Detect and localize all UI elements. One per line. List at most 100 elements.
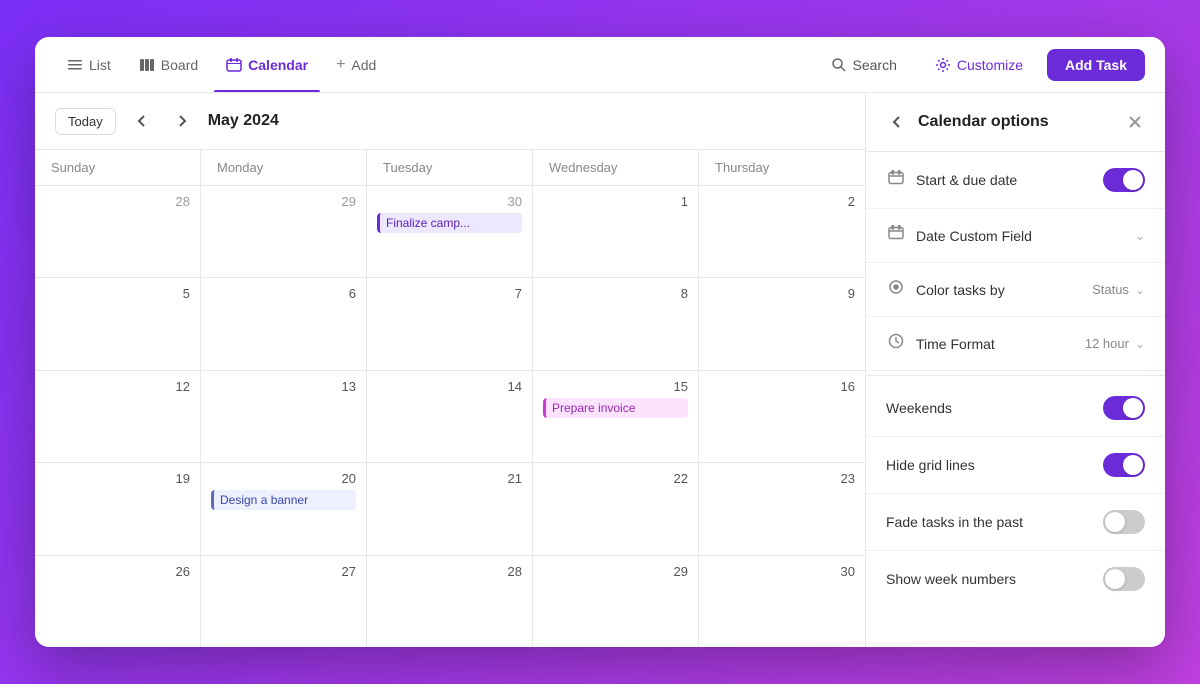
cell-7-may[interactable]: 7	[367, 278, 533, 369]
customize-button[interactable]: Customize	[921, 50, 1037, 80]
calendar-week-4: 19 20 Design a banner 21 22	[35, 463, 865, 555]
circle-icon	[886, 279, 906, 300]
weekends-toggle[interactable]	[1103, 396, 1145, 420]
cell-27-may[interactable]: 27	[201, 556, 367, 647]
cell-21-may[interactable]: 21	[367, 463, 533, 554]
next-month-button[interactable]	[168, 107, 196, 135]
color-tasks-chevron-icon: ⌄	[1135, 283, 1145, 297]
add-task-label: Add Task	[1065, 57, 1127, 73]
panel-header-left: Calendar options	[886, 111, 1049, 133]
toolbar: List Board Calendar +	[35, 37, 1165, 93]
calendar-week-3: 12 13 14 15 Prepare invoice	[35, 371, 865, 463]
calendar-rows: 28 29 30 Finalize camp... 1	[35, 186, 865, 647]
option-left-week-numbers: Show week numbers	[886, 571, 1016, 587]
weekends-label: Weekends	[886, 400, 952, 416]
calendar-custom-icon	[886, 225, 906, 246]
option-color-tasks-by[interactable]: Color tasks by Status ⌄	[866, 263, 1165, 317]
nav-item-add[interactable]: + Add	[324, 50, 388, 80]
list-icon	[67, 57, 83, 73]
option-left-time-format: Time Format	[886, 333, 995, 354]
cell-2-may[interactable]: 2	[699, 186, 865, 277]
fade-tasks-label: Fade tasks in the past	[886, 514, 1023, 530]
option-right-date-custom: ⌄	[1135, 229, 1145, 243]
panel-body: Start & due date	[866, 152, 1165, 647]
nav-item-list[interactable]: List	[55, 51, 123, 79]
cell-14-may[interactable]: 14	[367, 371, 533, 462]
cell-28-may[interactable]: 28	[367, 556, 533, 647]
add-task-button[interactable]: Add Task	[1047, 49, 1145, 81]
main-content: Today May 2024 Sunday Mond	[35, 93, 1165, 647]
option-date-custom-field[interactable]: Date Custom Field ⌄	[866, 209, 1165, 263]
start-due-date-toggle[interactable]	[1103, 168, 1145, 192]
day-headers: Sunday Monday Tuesday Wednesday Thursday	[35, 150, 865, 186]
cell-20-may[interactable]: 20 Design a banner	[201, 463, 367, 554]
nav-item-board[interactable]: Board	[127, 51, 210, 79]
day-header-sun: Sunday	[35, 150, 201, 185]
cell-13-may[interactable]: 13	[201, 371, 367, 462]
task-design-banner[interactable]: Design a banner	[211, 490, 356, 510]
option-right-fade-tasks	[1103, 510, 1145, 534]
cell-12-may[interactable]: 12	[35, 371, 201, 462]
day-header-tue: Tuesday	[367, 150, 533, 185]
cell-30-apr[interactable]: 30 Finalize camp...	[367, 186, 533, 277]
calendar-section: Today May 2024 Sunday Mond	[35, 93, 865, 647]
cell-6-may[interactable]: 6	[201, 278, 367, 369]
nav-list-label: List	[89, 57, 111, 73]
option-right-hide-grid	[1103, 453, 1145, 477]
time-format-value: 12 hour	[1085, 336, 1129, 351]
prev-month-button[interactable]	[128, 107, 156, 135]
search-icon	[831, 57, 847, 73]
option-time-format[interactable]: Time Format 12 hour ⌄	[866, 317, 1165, 371]
hide-grid-lines-toggle[interactable]	[1103, 453, 1145, 477]
cell-5-may[interactable]: 5	[35, 278, 201, 369]
option-start-due-date: Start & due date	[866, 152, 1165, 209]
show-week-numbers-toggle[interactable]	[1103, 567, 1145, 591]
calendar-week-5: 26 27 28 29 30	[35, 556, 865, 647]
task-prepare-invoice[interactable]: Prepare invoice	[543, 398, 688, 418]
cell-30-may[interactable]: 30	[699, 556, 865, 647]
panel-header: Calendar options	[866, 93, 1165, 152]
calendar-nav: Today May 2024	[35, 93, 865, 150]
nav-item-calendar[interactable]: Calendar	[214, 51, 320, 79]
customize-label: Customize	[957, 57, 1023, 73]
color-tasks-value: Status	[1092, 282, 1129, 297]
panel-title: Calendar options	[918, 113, 1049, 131]
cell-8-may[interactable]: 8	[533, 278, 699, 369]
search-label: Search	[853, 57, 897, 73]
date-custom-field-label: Date Custom Field	[916, 228, 1032, 244]
nav-calendar-label: Calendar	[248, 57, 308, 73]
show-week-numbers-label: Show week numbers	[886, 571, 1016, 587]
nav-board-label: Board	[161, 57, 198, 73]
option-right-weekends	[1103, 396, 1145, 420]
cell-19-may[interactable]: 19	[35, 463, 201, 554]
today-button[interactable]: Today	[55, 108, 116, 135]
back-button[interactable]	[886, 111, 908, 133]
time-format-label: Time Format	[916, 336, 995, 352]
cell-23-may[interactable]: 23	[699, 463, 865, 554]
close-panel-button[interactable]	[1125, 112, 1145, 132]
cell-29-may[interactable]: 29	[533, 556, 699, 647]
cell-16-may[interactable]: 16	[699, 371, 865, 462]
cell-15-may[interactable]: 15 Prepare invoice	[533, 371, 699, 462]
option-left-color-tasks: Color tasks by	[886, 279, 1005, 300]
month-label: May 2024	[208, 112, 279, 130]
cell-9-may[interactable]: 9	[699, 278, 865, 369]
cell-26-may[interactable]: 26	[35, 556, 201, 647]
search-button[interactable]: Search	[817, 50, 911, 80]
option-weekends: Weekends	[866, 380, 1165, 437]
cell-29-apr[interactable]: 29	[201, 186, 367, 277]
time-format-chevron-icon: ⌄	[1135, 337, 1145, 351]
cell-28-apr[interactable]: 28	[35, 186, 201, 277]
cell-1-may[interactable]: 1	[533, 186, 699, 277]
cell-22-may[interactable]: 22	[533, 463, 699, 554]
task-finalize-camp[interactable]: Finalize camp...	[377, 213, 522, 233]
option-left-date-custom: Date Custom Field	[886, 225, 1032, 246]
option-left-weekends: Weekends	[886, 400, 952, 416]
date-custom-chevron-icon: ⌄	[1135, 229, 1145, 243]
option-fade-tasks-past: Fade tasks in the past	[866, 494, 1165, 551]
fade-tasks-toggle[interactable]	[1103, 510, 1145, 534]
start-due-date-label: Start & due date	[916, 172, 1017, 188]
day-header-wed: Wednesday	[533, 150, 699, 185]
toolbar-left: List Board Calendar +	[55, 50, 388, 80]
app-window: List Board Calendar +	[35, 37, 1165, 647]
